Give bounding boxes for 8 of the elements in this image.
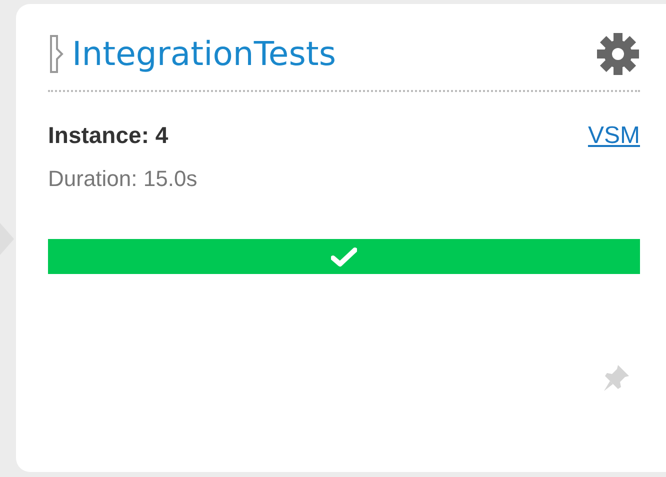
stage-bar[interactable] xyxy=(48,239,640,274)
pipeline-icon xyxy=(48,35,64,73)
duration-label: Duration: 15.0s xyxy=(48,166,198,191)
vsm-link[interactable]: VSM xyxy=(588,118,640,154)
instance-label: Instance: 4 xyxy=(48,121,168,150)
settings-icon[interactable] xyxy=(596,32,640,76)
pipeline-name-link[interactable]: IntegrationTests xyxy=(72,34,336,74)
check-icon xyxy=(331,246,357,266)
